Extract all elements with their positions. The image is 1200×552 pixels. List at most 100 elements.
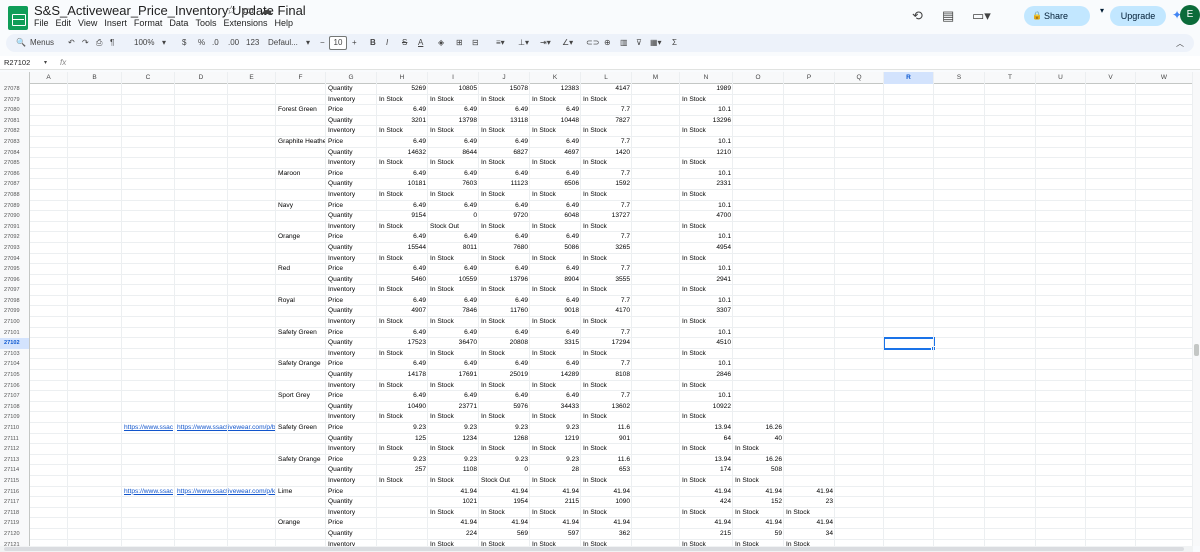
data-cell[interactable]: In Stock bbox=[786, 508, 810, 519]
data-cell[interactable]: Inventory bbox=[328, 126, 355, 137]
data-cell[interactable]: 0 bbox=[481, 465, 528, 476]
row-header[interactable]: 27082 bbox=[0, 126, 30, 137]
data-cell[interactable]: Price bbox=[328, 105, 343, 116]
row-header[interactable]: 27120 bbox=[0, 528, 30, 540]
strikethrough-button[interactable]: S bbox=[402, 38, 407, 47]
data-cell[interactable]: 41.94 bbox=[532, 518, 579, 529]
data-cell[interactable]: In Stock bbox=[532, 222, 556, 233]
data-cell[interactable]: 4697 bbox=[532, 148, 579, 159]
column-header-s[interactable]: S bbox=[934, 72, 985, 84]
data-cell[interactable]: In Stock bbox=[532, 317, 556, 328]
data-cell[interactable]: 569 bbox=[481, 529, 528, 540]
data-cell[interactable]: 41.94 bbox=[430, 487, 477, 498]
row-header[interactable]: 27119 bbox=[0, 518, 30, 529]
data-cell[interactable]: 4170 bbox=[583, 306, 630, 317]
row-header[interactable]: 27114 bbox=[0, 465, 30, 476]
data-cell[interactable]: Quantity bbox=[328, 529, 353, 540]
data-cell[interactable]: 41.94 bbox=[735, 518, 782, 529]
data-cell[interactable]: In Stock bbox=[379, 158, 403, 169]
data-cell[interactable]: Quantity bbox=[328, 211, 353, 222]
filter-icon[interactable]: ⊽ bbox=[636, 38, 642, 47]
data-cell[interactable]: 257 bbox=[379, 465, 426, 476]
data-cell[interactable]: 59 bbox=[735, 529, 782, 540]
data-cell[interactable]: 6827 bbox=[481, 148, 528, 159]
data-cell[interactable]: 1108 bbox=[430, 465, 477, 476]
column-header-h[interactable]: H bbox=[377, 72, 428, 84]
data-cell[interactable]: Quantity bbox=[328, 148, 353, 159]
data-cell[interactable]: Price bbox=[328, 264, 343, 275]
data-cell[interactable]: 4700 bbox=[682, 211, 731, 222]
data-cell[interactable]: 6.49 bbox=[532, 232, 579, 243]
data-cell[interactable]: In Stock bbox=[430, 349, 454, 360]
data-cell[interactable]: 6.49 bbox=[481, 105, 528, 116]
data-cell[interactable]: 9018 bbox=[532, 306, 579, 317]
data-cell[interactable]: 13296 bbox=[682, 116, 731, 127]
search-icon[interactable]: 🔍 bbox=[16, 38, 26, 47]
data-cell[interactable]: In Stock bbox=[430, 444, 454, 455]
data-cell[interactable]: Quantity bbox=[328, 497, 353, 508]
data-cell[interactable]: 6.49 bbox=[481, 201, 528, 212]
data-cell[interactable]: 6.49 bbox=[379, 169, 426, 180]
data-cell[interactable]: In Stock bbox=[532, 476, 556, 487]
data-cell[interactable]: 7.7 bbox=[583, 137, 630, 148]
data-cell[interactable]: 3315 bbox=[532, 338, 579, 349]
font-size-increase-button[interactable]: + bbox=[352, 38, 357, 47]
horizontal-scroll-thumb[interactable] bbox=[4, 547, 1184, 551]
data-cell[interactable]: 4147 bbox=[583, 84, 630, 95]
menu-extensions[interactable]: Extensions bbox=[223, 18, 267, 28]
data-cell[interactable]: Lime bbox=[278, 487, 292, 498]
data-cell[interactable]: In Stock bbox=[682, 95, 706, 106]
data-cell[interactable]: 6.49 bbox=[430, 359, 477, 370]
data-cell[interactable]: 10.1 bbox=[682, 264, 731, 275]
data-cell[interactable]: 9.23 bbox=[532, 423, 579, 434]
share-button[interactable]: Share bbox=[1024, 6, 1090, 26]
row-header[interactable]: 27093 bbox=[0, 242, 30, 254]
data-cell[interactable]: In Stock bbox=[430, 254, 454, 265]
data-cell[interactable]: 9.23 bbox=[430, 455, 477, 466]
data-cell[interactable]: In Stock bbox=[532, 285, 556, 296]
data-cell[interactable]: 7827 bbox=[583, 116, 630, 127]
data-cell[interactable]: In Stock bbox=[379, 444, 403, 455]
data-cell[interactable]: In Stock bbox=[379, 222, 403, 233]
data-cell[interactable]: 17523 bbox=[379, 338, 426, 349]
data-cell[interactable]: In Stock bbox=[583, 412, 607, 423]
data-cell[interactable]: 16.26 bbox=[735, 455, 782, 466]
data-cell[interactable]: 6.49 bbox=[430, 105, 477, 116]
data-cell[interactable]: In Stock bbox=[481, 508, 505, 519]
data-cell[interactable]: Stock Out bbox=[430, 222, 459, 233]
data-cell[interactable]: In Stock bbox=[682, 349, 706, 360]
data-cell[interactable]: In Stock bbox=[481, 444, 505, 455]
horizontal-scrollbar[interactable] bbox=[0, 546, 1193, 552]
row-header[interactable]: 27090 bbox=[0, 211, 30, 222]
data-cell[interactable]: 6.49 bbox=[532, 391, 579, 402]
data-cell[interactable]: 10.1 bbox=[682, 137, 731, 148]
menu-insert[interactable]: Insert bbox=[104, 18, 127, 28]
data-cell[interactable]: 9.23 bbox=[379, 423, 426, 434]
data-cell[interactable]: 23 bbox=[786, 497, 833, 508]
data-cell[interactable]: 5460 bbox=[379, 275, 426, 286]
column-header-p[interactable]: P bbox=[784, 72, 835, 84]
data-cell[interactable]: 6048 bbox=[532, 211, 579, 222]
vertical-align-icon[interactable]: ⊥▾ bbox=[518, 38, 529, 47]
data-cell[interactable]: In Stock bbox=[532, 95, 556, 106]
data-cell[interactable]: 7.7 bbox=[583, 359, 630, 370]
data-cell[interactable]: Inventory bbox=[328, 476, 355, 487]
data-cell[interactable]: 6.49 bbox=[379, 137, 426, 148]
data-cell[interactable]: 3201 bbox=[379, 116, 426, 127]
row-header[interactable]: 27096 bbox=[0, 274, 30, 286]
data-cell[interactable]: 15544 bbox=[379, 243, 426, 254]
data-cell[interactable]: In Stock bbox=[682, 317, 706, 328]
data-cell[interactable]: 4907 bbox=[379, 306, 426, 317]
data-cell[interactable]: In Stock bbox=[735, 444, 759, 455]
row-header[interactable]: 27095 bbox=[0, 264, 30, 275]
data-cell[interactable]: 6.49 bbox=[430, 201, 477, 212]
data-cell[interactable]: Inventory bbox=[328, 190, 355, 201]
data-cell[interactable]: 6.49 bbox=[532, 328, 579, 339]
column-header-m[interactable]: M bbox=[632, 72, 680, 84]
data-cell[interactable]: Stock Out bbox=[481, 476, 510, 487]
data-cell[interactable]: In Stock bbox=[481, 317, 505, 328]
data-cell[interactable]: In Stock bbox=[481, 190, 505, 201]
data-cell[interactable]: In Stock bbox=[682, 285, 706, 296]
data-cell[interactable]: 23771 bbox=[430, 402, 477, 413]
star-icon[interactable]: ☆ bbox=[226, 3, 237, 17]
